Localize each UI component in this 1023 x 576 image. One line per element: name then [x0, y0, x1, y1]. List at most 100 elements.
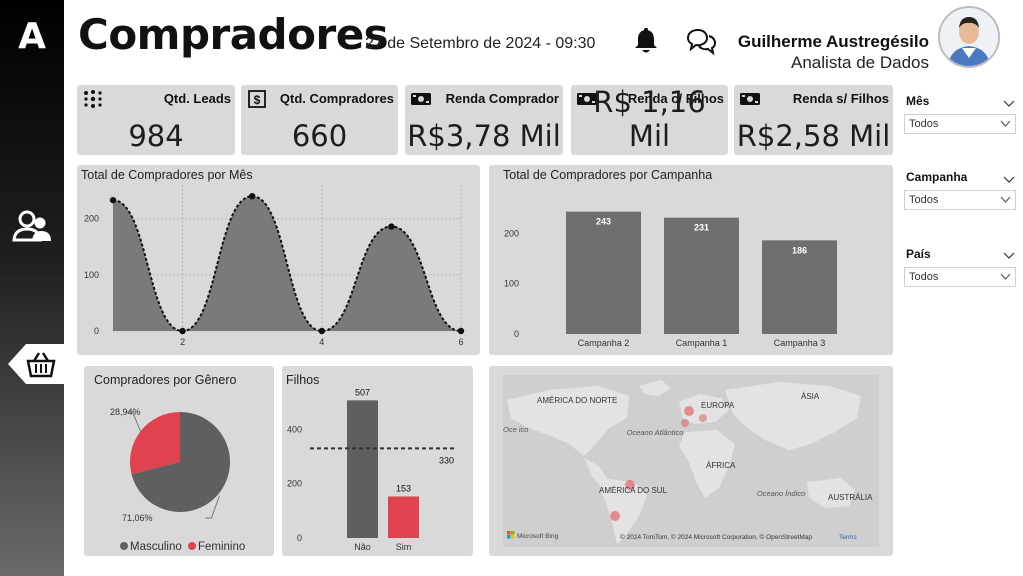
map-label: Oce ico	[503, 425, 528, 434]
filter-value: Todos	[909, 118, 939, 130]
kpi-card-income: Renda Comprador R$3,78 Mil	[405, 85, 563, 155]
x-tick-label: Não	[354, 542, 371, 552]
app-logo: A	[18, 16, 46, 57]
area-chart: 0 100 200 2 4 6	[84, 185, 465, 347]
x-tick-label: 6	[458, 337, 463, 347]
chart-panel-children: Filhos 0 200 400 507 Não 153 Sim 330	[282, 366, 473, 556]
data-label: 231	[694, 223, 709, 233]
map-label: ÁFRICA	[706, 461, 736, 470]
kpi-label: Qtd. Compradores	[279, 91, 394, 106]
sidebar: A	[0, 0, 64, 576]
average-label: 330	[439, 455, 454, 465]
bar	[566, 211, 641, 334]
chat-icon[interactable]	[685, 26, 717, 56]
data-label: 507	[355, 387, 370, 397]
chart-panel-month: Total de Compradores por Mês 0 100 200 2 4 6	[77, 165, 480, 355]
basket-nav-item[interactable]	[6, 344, 64, 384]
kpi-card-income-children: Renda c/ Filhos R$ 1,16 Mil	[571, 85, 728, 155]
map-label: AMÉRICA DO SUL	[599, 486, 668, 495]
data-point	[249, 193, 256, 200]
legend-item: Masculino	[130, 541, 182, 553]
campaign-bar-chart: 0 100 200 243 Campanha 2 231 Campanha 1 186 Camp…	[504, 211, 837, 348]
y-tick-label: 0	[94, 326, 99, 336]
children-bar-chart: 0 200 400 507 Não 153 Sim 330	[287, 387, 457, 552]
map-label: Oceano Índico	[757, 489, 805, 498]
map-label: AUSTRÁLIA	[828, 493, 873, 502]
datetime: 27 de Setembro de 2024 - 09:30	[365, 35, 596, 52]
data-point	[318, 327, 325, 335]
svg-text:$: $	[254, 93, 261, 107]
chevron-down-icon[interactable]	[1003, 96, 1015, 107]
map-panel: AMÉRICA DO NORTE EUROPA ÁSIA Oceano Atlâ…	[489, 366, 893, 556]
chevron-down-icon[interactable]	[1003, 248, 1015, 259]
map-brand: Microsoft Bing	[517, 533, 559, 540]
kpi-value: R$2,58 Mil	[736, 119, 891, 153]
chevron-down-icon	[1000, 273, 1011, 280]
kpi-label: Renda Comprador	[445, 91, 559, 106]
y-tick-label: 100	[504, 279, 519, 289]
data-point	[388, 223, 395, 230]
kpi-value: 984	[128, 119, 184, 153]
gender-pie-chart: 28,94% 71,06%	[110, 407, 231, 523]
chart-legend: Masculino Feminino	[120, 541, 245, 553]
kpi-label: Renda s/ Filhos	[792, 91, 889, 106]
x-tick-label: Campanha 1	[676, 338, 728, 348]
chevron-down-icon	[1000, 120, 1011, 127]
data-label: 243	[596, 217, 611, 227]
map-label: Oceano Atlântico	[627, 428, 684, 437]
filter-select-campaign[interactable]: Todos	[904, 190, 1016, 210]
x-tick-label: 2	[180, 337, 185, 347]
map-terms-link: Terms	[839, 534, 857, 541]
map-label: EUROPA	[701, 401, 735, 410]
x-tick-label: Campanha 3	[774, 338, 826, 348]
map-attribution: © 2024 TomTom, © 2024 Microsoft Corporat…	[620, 533, 812, 541]
money-icon	[410, 89, 432, 109]
chart-panel-gender: Compradores por Gênero 28,94% 71,06% Masc…	[84, 366, 274, 556]
x-tick-label: 4	[319, 337, 324, 347]
y-tick-label: 0	[514, 329, 519, 339]
bar	[664, 217, 739, 334]
y-tick-label: 200	[287, 479, 302, 489]
y-tick-label: 200	[504, 228, 519, 238]
kpi-value: R$ 1,16 Mil	[593, 85, 706, 153]
users-icon[interactable]	[11, 208, 53, 248]
kpi-card-buyers: $ Qtd. Compradores 660	[241, 85, 398, 155]
avatar[interactable]	[938, 6, 1000, 68]
world-map[interactable]: AMÉRICA DO NORTE EUROPA ÁSIA Oceano Atlâ…	[489, 366, 893, 556]
filter-label-country: País	[906, 247, 931, 261]
bar	[347, 400, 378, 538]
area-fill	[113, 196, 461, 331]
y-tick-label: 0	[297, 533, 302, 543]
user-role: Analista de Dados	[791, 53, 929, 72]
chevron-down-icon[interactable]	[1003, 172, 1015, 183]
dollar-tag-icon: $	[246, 89, 268, 109]
dots-grid-icon	[82, 89, 104, 109]
data-label: 186	[792, 245, 807, 255]
bell-icon[interactable]	[632, 27, 660, 55]
data-point	[109, 196, 117, 204]
kpi-value: 660	[291, 119, 348, 153]
data-label: 71,06%	[122, 513, 153, 523]
map-label: ÁSIA	[801, 392, 820, 401]
kpi-label: Qtd. Leads	[163, 91, 231, 106]
filter-value: Todos	[909, 194, 939, 206]
filter-select-country[interactable]: Todos	[904, 267, 1016, 287]
filter-select-month[interactable]: Todos	[904, 114, 1016, 134]
filter-value: Todos	[909, 271, 939, 283]
kpi-value: R$3,78 Mil	[407, 119, 561, 153]
legend-swatch	[120, 542, 128, 550]
chevron-down-icon	[1000, 196, 1011, 203]
money-icon	[739, 89, 761, 109]
page-title: Compradores	[78, 10, 389, 59]
filter-label-month: Mês	[906, 94, 930, 108]
y-tick-label: 200	[84, 214, 99, 224]
bar	[388, 496, 419, 538]
legend-swatch	[187, 542, 196, 550]
chart-panel-campaign: Total de Compradores por Campanha 0 100 20…	[489, 165, 893, 355]
x-tick-label: Campanha 2	[578, 338, 630, 348]
dashboard: A Compradores 27 de Setembro de 2024 - 0…	[0, 0, 1023, 576]
legend-item: Feminino	[197, 541, 246, 553]
data-point	[179, 327, 186, 335]
kpi-card-income-no-children: Renda s/ Filhos R$2,58 Mil	[734, 85, 893, 155]
data-point	[457, 327, 465, 335]
